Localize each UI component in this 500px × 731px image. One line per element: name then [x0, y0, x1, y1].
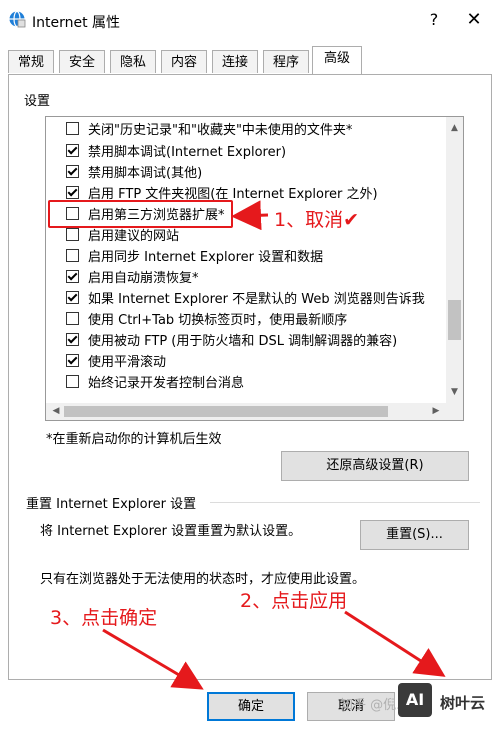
- annotation-step2: 2、点击应用: [240, 590, 348, 612]
- arrow-step1: [231, 200, 269, 231]
- arrow-step2: [344, 610, 446, 677]
- annotation-step1: 1、取消✔: [274, 209, 360, 231]
- watermark-logo: AI: [398, 683, 432, 717]
- watermark-brand: 树叶云: [440, 694, 486, 712]
- arrow-step3: [102, 628, 204, 690]
- annotation-step3: 3、点击确定: [50, 607, 158, 629]
- tab-advanced[interactable]: 高级: [312, 46, 362, 74]
